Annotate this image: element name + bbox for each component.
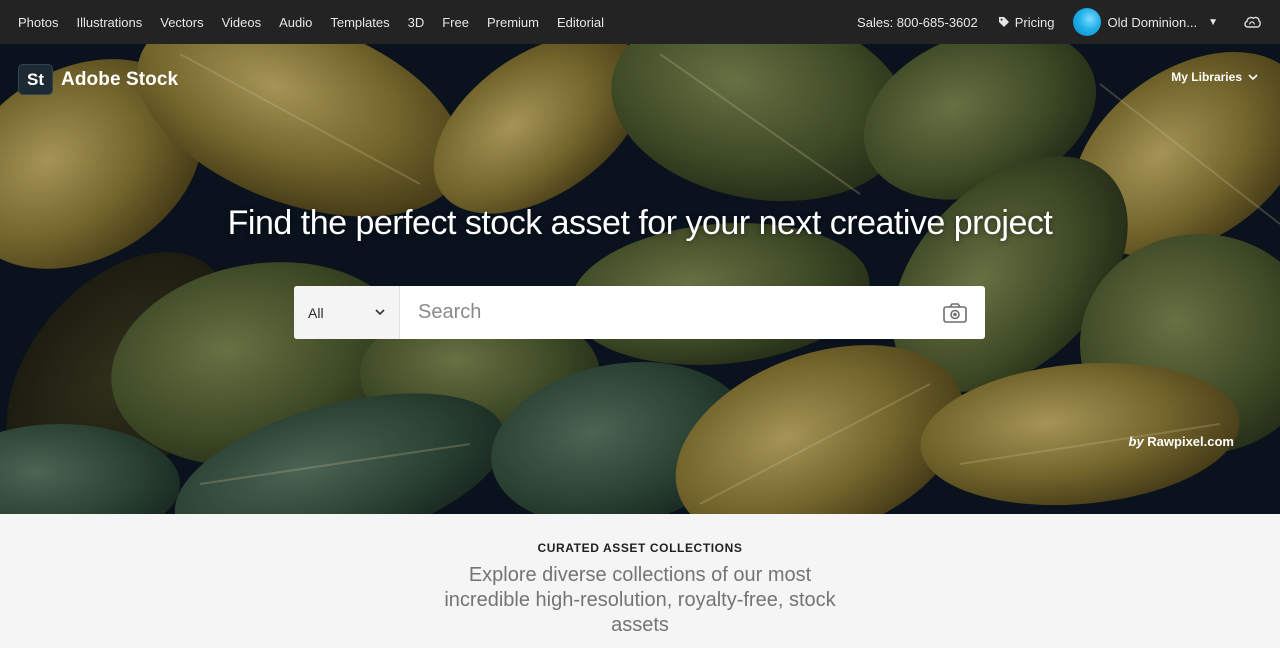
pricing-link[interactable]: Pricing [998, 15, 1055, 30]
creative-cloud-icon[interactable] [1242, 12, 1262, 32]
curated-collections-section: CURATED ASSET COLLECTIONS Explore divers… [0, 514, 1280, 648]
nav-link-photos[interactable]: Photos [18, 15, 58, 30]
credit-by: by [1128, 434, 1144, 449]
pricing-label: Pricing [1014, 14, 1055, 30]
nav-right: Sales: 800-685-3602 Pricing Old Dominion… [857, 8, 1262, 36]
tag-icon [998, 17, 1009, 27]
my-libraries-label: My Libraries [1171, 70, 1242, 84]
sales-phone[interactable]: Sales: 800-685-3602 [857, 15, 978, 30]
category-links: Photos Illustrations Vectors Videos Audi… [18, 15, 604, 30]
search-scope-select[interactable]: All [294, 286, 400, 339]
adobe-stock-brand[interactable]: St Adobe Stock [18, 64, 178, 95]
camera-icon [943, 302, 967, 323]
my-libraries-button[interactable]: My Libraries [1171, 70, 1258, 84]
chevron-down-icon [375, 309, 385, 316]
visual-search-button[interactable] [925, 286, 985, 339]
chevron-down-icon: ▼ [1208, 16, 1218, 28]
nav-link-editorial[interactable]: Editorial [557, 15, 604, 30]
nav-link-illustrations[interactable]: Illustrations [76, 15, 142, 30]
brand-name: Adobe Stock [61, 68, 179, 90]
nav-link-audio[interactable]: Audio [279, 15, 312, 30]
search-input[interactable] [400, 286, 925, 339]
nav-link-videos[interactable]: Videos [222, 15, 262, 30]
section-eyebrow: CURATED ASSET COLLECTIONS [537, 541, 743, 555]
adobe-stock-logo: St [18, 64, 53, 95]
hero-banner: St Adobe Stock My Libraries Find the per… [0, 44, 1280, 514]
account-name: Old Dominion... [1107, 14, 1198, 30]
nav-link-premium[interactable]: Premium [487, 15, 539, 30]
search-scope-value: All [308, 304, 324, 321]
nav-link-free[interactable]: Free [442, 15, 469, 30]
hero-headline: Find the perfect stock asset for your ne… [227, 204, 1053, 242]
hero-overlay [0, 44, 1280, 514]
image-credit[interactable]: by Rawpixel.com [1129, 434, 1235, 449]
top-nav: Photos Illustrations Vectors Videos Audi… [0, 0, 1280, 44]
chevron-down-icon [1248, 73, 1258, 80]
nav-link-vectors[interactable]: Vectors [160, 15, 203, 30]
avatar [1072, 8, 1101, 36]
account-menu[interactable]: Old Dominion... ▼ [1072, 8, 1218, 36]
search-bar: All [294, 286, 985, 339]
nav-link-3d[interactable]: 3D [408, 15, 425, 30]
nav-link-templates[interactable]: Templates [330, 15, 389, 30]
section-description: Explore diverse collections of our most … [444, 564, 836, 636]
credit-name: Rawpixel.com [1147, 434, 1234, 449]
